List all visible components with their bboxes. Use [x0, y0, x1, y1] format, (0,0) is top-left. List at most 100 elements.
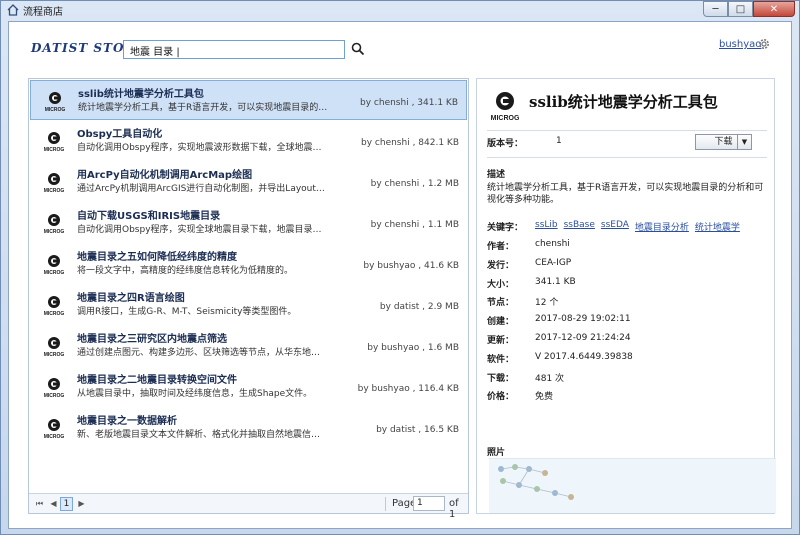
item-meta: by bushyao , 116.4 KB [357, 384, 459, 394]
keyword-link[interactable]: ssBase [564, 220, 595, 233]
microg-logo-icon: MICROG [44, 337, 65, 358]
microg-logo-icon: MICROG [491, 92, 520, 122]
flow-list: MICROG sslib统计地震学分析工具包统计地震学分析工具，基于R语言开发，可… [28, 78, 469, 520]
item-title: sslib统计地震学分析工具包 [78, 89, 204, 100]
item-description: 新、老版地震目录文本文件解析、格式化并抽取自然地震信息。 [77, 430, 327, 440]
detail-panel: MICROG sslib统计地震学分析工具包 版本号： 1 下载 ▼ 描述 统计… [476, 78, 776, 514]
description-label: 描述 [487, 170, 506, 180]
list-item[interactable]: MICROG Obspy工具自动化自动化调用Obspy程序，实现地震波形数据下载，… [30, 121, 467, 161]
field-value: 481 次 [535, 373, 565, 384]
store-header: DATIST STORE 地震 目录 | bushyao [9, 22, 791, 76]
field-label: 下载： [487, 373, 515, 384]
microg-logo-icon: MICROG [44, 255, 65, 276]
page-number-button[interactable]: 1 [60, 497, 73, 511]
keywords-label: 关键字： [487, 223, 524, 233]
list-item[interactable]: MICROG 地震目录之五如何降低经纬度的精度将一段文字中，高精度的经纬度信息转化… [30, 244, 467, 284]
list-item[interactable]: MICROG 自动下载USGS和IRIS地震目录自动化调用Obspy程序，实现全球… [30, 203, 467, 243]
item-title: 地震目录之四R语言绘图 [77, 293, 185, 304]
microg-logo-icon: MICROG [44, 173, 65, 194]
microg-logo-icon: MICROG [44, 214, 65, 235]
minimize-button[interactable]: ─ [703, 1, 728, 17]
item-meta: by bushyao , 1.6 MB [367, 343, 459, 353]
app-window: 流程商店 ─ □ ✕ DATIST STORE 地震 目录 | bushyao … [0, 0, 800, 535]
divider [487, 130, 767, 131]
keyword-list: ssLib ssBase ssEDA 地震目录分析 统计地震学 [535, 220, 740, 233]
microg-logo-icon: MICROG [44, 419, 65, 440]
item-logo-text: MICROG [44, 311, 65, 317]
item-description: 自动化调用Obspy程序，实现全球地震目录下载，地震目录格式转换（支持… [77, 225, 327, 235]
field-label: 价格： [487, 392, 515, 403]
field-label: 节点： [487, 298, 515, 309]
flow-screenshot[interactable] [489, 458, 776, 513]
detail-title: sslib统计地震学分析工具包 [529, 93, 718, 111]
item-title: 地震目录之一数据解析 [77, 416, 177, 427]
keyword-link[interactable]: ssEDA [601, 220, 629, 233]
next-page-button[interactable]: ▶ [75, 497, 88, 510]
version-label: 版本号： [487, 139, 524, 149]
field-value: 12 个 [535, 298, 559, 309]
flow-diagram-thumbnail [498, 464, 574, 500]
item-description: 从地震目录中，抽取时间及经纬度信息，生成Shape文件。 [77, 389, 313, 399]
list-item[interactable]: MICROG 用ArcPy自动化机制调用ArcMap绘图 通过ArcPy机制调用Ar… [30, 162, 467, 202]
list-item[interactable]: MICROG 地震目录之一数据解析新、老版地震目录文本文件解析、格式化并抽取自然地… [30, 408, 467, 448]
item-logo-text: MICROG [44, 270, 65, 276]
window-title: 流程商店 [23, 7, 63, 18]
item-title: 地震目录之五如何降低经纬度的精度 [77, 252, 237, 263]
item-description: 将一段文字中，高精度的经纬度信息转化为低精度的。 [77, 266, 294, 276]
gear-icon[interactable] [757, 37, 771, 51]
item-logo-text: MICROG [44, 229, 65, 235]
item-title: 用ArcPy自动化机制调用ArcMap绘图 [77, 170, 253, 181]
list-item[interactable]: MICROG 地震目录之四R语言绘图调用R接口，生成G-R、M-T、Seismic… [30, 285, 467, 325]
field-label: 更新： [487, 336, 515, 346]
item-logo-text: MICROG [44, 188, 65, 194]
keyword-link[interactable]: 地震目录分析 [635, 220, 689, 233]
item-logo-text: MICROG [45, 107, 66, 113]
item-description: 自动化调用Obspy程序，实现地震波形数据下载，全球地震目录下载等功能 [77, 143, 327, 153]
detail-logo: MICROG [487, 89, 523, 123]
item-meta: by chenshi , 842.1 KB [361, 138, 459, 148]
chevron-down-icon[interactable]: ▼ [737, 134, 752, 150]
microg-logo-icon: MICROG [44, 132, 64, 153]
item-title: 自动下载USGS和IRIS地震目录 [77, 211, 221, 222]
description-text: 统计地震学分析工具，基于R语言开发，可以实现地震目录的分析和可视化等多种功能。 [487, 183, 764, 205]
version-value: 1 [556, 136, 562, 146]
item-title: 地震目录之二地震目录转换空间文件 [77, 375, 237, 386]
page-input[interactable]: 1 [413, 496, 445, 511]
store-client: DATIST STORE 地震 目录 | bushyao MICROG sslib… [8, 21, 792, 529]
user-link[interactable]: bushyao [719, 39, 761, 50]
field-label: 软件： [487, 354, 515, 365]
maximize-button[interactable]: □ [728, 1, 753, 17]
microg-logo-icon: MICROG [45, 92, 66, 113]
field-value: 免费 [535, 392, 554, 403]
list-item[interactable]: MICROG sslib统计地震学分析工具包统计地震学分析工具，基于R语言开发，可… [30, 80, 467, 120]
first-page-button[interactable]: ⏮ [33, 497, 46, 510]
item-meta: by datist , 2.9 MB [379, 302, 459, 312]
list-item[interactable]: MICROG 地震目录之三研究区内地震点筛选 通过创建点图元、构建多边形、区块筛选等… [30, 326, 467, 366]
field-label: 作者： [487, 242, 515, 252]
search-icon[interactable] [351, 42, 365, 56]
item-description: 统计地震学分析工具，基于R语言开发，可以实现地震目录的分析和可视化等多… [78, 103, 328, 113]
microg-logo-icon: MICROG [44, 378, 65, 399]
field-value: 341.1 KB [535, 276, 576, 287]
close-button[interactable]: ✕ [753, 1, 795, 17]
item-meta: by chenshi , 341.1 KB [360, 98, 458, 108]
item-logo-text: MICROG [44, 393, 65, 399]
search-input[interactable]: 地震 目录 | [123, 40, 345, 59]
item-title: Obspy工具自动化 [77, 129, 163, 140]
list-item[interactable]: MICROG 地震目录之二地震目录转换空间文件从地震目录中，抽取时间及经纬度信息，… [30, 367, 467, 407]
item-description: 调用R接口，生成G-R、M-T、Seismicity等类型图件。 [77, 307, 297, 317]
item-meta: by datist , 16.5 KB [376, 425, 459, 435]
item-logo-text: MICROG [44, 352, 65, 358]
keyword-link[interactable]: 统计地震学 [695, 220, 740, 233]
keyword-link[interactable]: ssLib [535, 220, 558, 233]
item-meta: by bushyao , 41.6 KB [363, 261, 459, 271]
screenshot-label: 照片 [487, 448, 506, 458]
page-count: of 1 [449, 498, 459, 520]
item-logo-text: MICROG [44, 434, 65, 440]
field-label: 发行： [487, 260, 515, 271]
title-bar[interactable]: 流程商店 ─ □ ✕ [1, 1, 799, 19]
prev-page-button[interactable]: ◀ [47, 497, 60, 510]
home-icon [7, 4, 19, 16]
field-label: 创建： [487, 317, 515, 328]
item-meta: by chenshi , 1.2 MB [370, 179, 459, 189]
